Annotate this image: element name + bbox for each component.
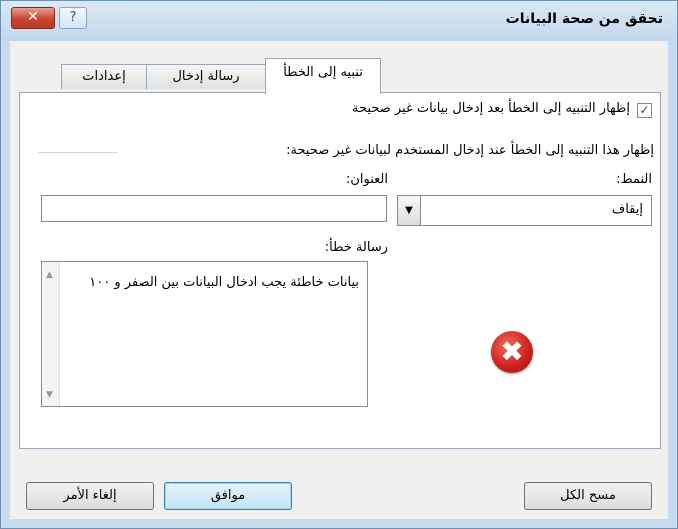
close-button[interactable]: ✕ xyxy=(11,7,55,29)
clear-all-button[interactable]: مسح الكل xyxy=(524,482,652,510)
title-label: العنوان: xyxy=(345,172,388,187)
tab-strip: تنبيه إلى الخطأ رسالة إدخال إعدادات xyxy=(10,41,668,94)
style-dropdown[interactable]: إيقاف ▼ xyxy=(397,195,652,226)
style-value: إيقاف xyxy=(611,202,643,217)
textarea-scrollbar[interactable]: ▲ ▼ xyxy=(42,262,60,406)
cancel-button[interactable]: إلغاء الأمر xyxy=(26,482,154,510)
title-input[interactable] xyxy=(41,195,387,222)
tab-settings[interactable]: إعدادات xyxy=(61,64,147,89)
tab-input-message[interactable]: رسالة إدخال xyxy=(145,64,267,89)
chevron-down-icon[interactable]: ▼ xyxy=(398,196,421,225)
scroll-up-icon[interactable]: ▲ xyxy=(46,270,53,280)
ok-button[interactable]: موافق xyxy=(164,482,292,510)
message-label: رسالة خطأ: xyxy=(324,240,388,255)
data-validation-dialog: تحقق من صحة البيانات ? ✕ تنبيه إلى الخطأ… xyxy=(0,0,678,529)
scroll-down-icon[interactable]: ▼ xyxy=(46,390,53,400)
dialog-title: تحقق من صحة البيانات xyxy=(505,11,663,27)
dialog-client: تنبيه إلى الخطأ رسالة إدخال إعدادات ✓ إظ… xyxy=(10,41,668,519)
help-button[interactable]: ? xyxy=(59,7,87,29)
group-label: إظهار هذا التنبيه إلى الخطأ عند إدخال ال… xyxy=(286,143,654,158)
error-alert-panel: ✓ إظهار التنبيه إلى الخطأ بعد إدخال بيان… xyxy=(19,92,661,449)
group-separator xyxy=(38,152,118,153)
error-message-textarea[interactable]: بيانات خاطئة يجب ادخال البيانات بين الصف… xyxy=(41,261,368,407)
show-error-label[interactable]: إظهار التنبيه إلى الخطأ بعد إدخال بيانات… xyxy=(352,101,630,116)
error-stop-icon: ✖ xyxy=(491,331,533,373)
error-message-value: بيانات خاطئة يجب ادخال البيانات بين الصف… xyxy=(89,275,359,290)
style-label: النمط: xyxy=(616,172,652,187)
tab-error-alert[interactable]: تنبيه إلى الخطأ xyxy=(265,58,381,94)
show-error-checkbox[interactable]: ✓ xyxy=(637,103,652,118)
title-bar[interactable]: تحقق من صحة البيانات ? ✕ xyxy=(1,1,677,41)
